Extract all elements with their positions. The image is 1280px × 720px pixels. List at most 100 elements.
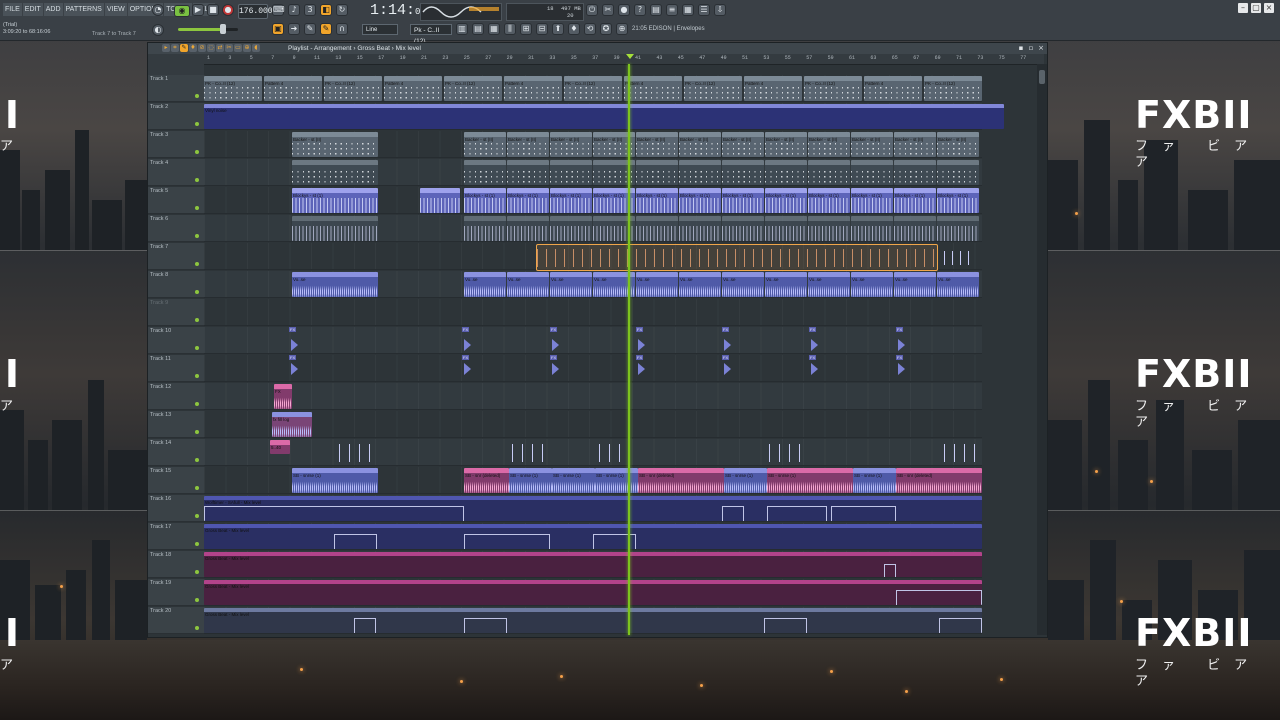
playlist-clip[interactable]	[550, 216, 592, 241]
playlist-clip[interactable]	[636, 160, 678, 185]
master-volume-slider[interactable]	[178, 24, 238, 34]
track-header[interactable]: Track 13	[148, 411, 204, 438]
playlist-clip[interactable]: SB - snrse (1)	[724, 468, 767, 493]
playlist-clip[interactable]: Vo..se	[636, 272, 678, 297]
menu-patterns[interactable]: PATTERNS	[63, 3, 104, 16]
blend-notes-icon[interactable]: ◧	[320, 4, 332, 16]
fx-hit-icon[interactable]	[464, 339, 471, 351]
playlist-clip[interactable]: PK - Co..II (12)	[204, 76, 262, 101]
playlist-maximize-icon[interactable]: ▫	[1027, 44, 1035, 52]
playlist-icon[interactable]: ▤	[472, 23, 484, 35]
playlist-clip[interactable]: Vo..se	[722, 272, 764, 297]
channel-view-icon[interactable]: ⊞	[520, 23, 532, 35]
track-header[interactable]: Track 8	[148, 271, 204, 298]
timeline-ruler[interactable]: 1 3 5 7 9 11 13 15 17 19 21 23 25 27 29 31 33 35 37 39 41 43 4…	[204, 54, 1044, 65]
playlist-clip[interactable]: SB - snr (deleted)	[638, 468, 724, 493]
plugin-icon[interactable]: ⬆	[552, 23, 564, 35]
playlist-clip[interactable]: Backer - st (II)	[636, 132, 678, 157]
playlist-clip[interactable]: Backer - st (II)	[550, 132, 592, 157]
cart-icon[interactable]: ⊕	[616, 23, 628, 35]
fx-hit-icon[interactable]	[724, 339, 731, 351]
close-icon[interactable]: ×	[1264, 3, 1274, 13]
playlist-clip[interactable]: Backer - st (II)	[292, 132, 378, 157]
playlist-clip[interactable]	[679, 160, 721, 185]
typing-keyboard-icon[interactable]: ⌨	[272, 4, 285, 16]
playlist-clip[interactable]	[894, 216, 936, 241]
playlist-clip[interactable]	[292, 160, 378, 185]
track-active-led[interactable]	[195, 290, 199, 294]
song-marker-icon[interactable]	[626, 54, 634, 59]
vertical-scrollbar[interactable]	[1037, 64, 1047, 635]
playlist-clip[interactable]: PK - Co..II (12)	[444, 76, 502, 101]
track-active-led[interactable]	[195, 206, 199, 210]
paint-brush-icon[interactable]: ♦	[189, 44, 197, 52]
pattern-selector[interactable]: Pk - C..II (12)	[410, 24, 452, 45]
playlist-clip[interactable]: fx fill log	[272, 412, 312, 437]
track-header[interactable]: Track 5	[148, 187, 204, 214]
track-active-led[interactable]	[195, 626, 199, 630]
track-lane[interactable]: Gross Beat - Mix level	[204, 579, 982, 606]
track-header[interactable]: Track 6	[148, 215, 204, 242]
paint-tool-icon[interactable]: ✎	[320, 23, 332, 35]
track-active-led[interactable]	[195, 262, 199, 266]
track-lane[interactable]: Backer - st (II) Backer - st (II) Backer -…	[204, 131, 982, 158]
slip-tool-icon[interactable]: ⇄	[216, 44, 224, 52]
playlist-clip[interactable]	[550, 160, 592, 185]
track-active-led[interactable]	[195, 94, 199, 98]
playlist-clip[interactable]: Blockys - st (1)	[937, 188, 979, 213]
minimize-icon[interactable]: –	[1238, 3, 1248, 13]
track-lane[interactable]: Vinyl noise	[204, 103, 1004, 130]
track-active-led[interactable]	[195, 598, 199, 602]
mixer-icon[interactable]: ≡	[666, 4, 678, 16]
fx-icon[interactable]: ⟲	[584, 23, 596, 35]
playlist-clip[interactable]: Backer - st (II)	[722, 132, 764, 157]
playlist-clip[interactable]: SB - snrse (1)	[767, 468, 853, 493]
track-header[interactable]: Track 20	[148, 607, 204, 634]
playlist-clip[interactable]: Blockys - st (1)	[851, 188, 893, 213]
pencil-tool-icon[interactable]: ✎	[304, 23, 316, 35]
playlist-clip[interactable]: Pattern 4	[744, 76, 802, 101]
track-header[interactable]: Track 12	[148, 383, 204, 410]
playlist-clip[interactable]: Pattern 4	[504, 76, 562, 101]
playlist-clip[interactable]: PK - Co..II (12)	[804, 76, 862, 101]
playlist-clip[interactable]: Pattern 4	[264, 76, 322, 101]
track-active-led[interactable]	[195, 318, 199, 322]
maximize-icon[interactable]: ▢	[1251, 3, 1261, 13]
menu-file[interactable]: FILE	[3, 3, 22, 16]
step-edit-icon[interactable]: ♪	[288, 4, 300, 16]
track-active-led[interactable]	[195, 542, 199, 546]
cut-icon[interactable]: ✂	[602, 4, 614, 16]
track-lane[interactable]: FX	[204, 383, 982, 410]
browser-view-icon[interactable]: ⊟	[536, 23, 548, 35]
playlist-clip[interactable]	[507, 160, 549, 185]
playlist-clip[interactable]	[679, 216, 721, 241]
playlist-clip[interactable]: Blockys - st (1)	[464, 188, 506, 213]
playlist-clip[interactable]: SB - snrse (1)	[552, 468, 595, 493]
playlist-clip[interactable]: Blockys - st (1)	[722, 188, 764, 213]
track-active-led[interactable]	[195, 570, 199, 574]
menu-arrow-icon[interactable]: ▸	[162, 44, 170, 52]
zoom-tool-icon[interactable]: ⊕	[243, 44, 251, 52]
track-active-led[interactable]	[195, 402, 199, 406]
plugin-picker[interactable]: 21:05 EDISON | Envelopes	[632, 26, 705, 32]
cloud-icon[interactable]: ✪	[600, 23, 612, 35]
online-icon[interactable]: ⏻	[586, 4, 598, 16]
playlist-clip[interactable]: Backer - st (II)	[894, 132, 936, 157]
playlist-clip[interactable]: Blockys - st (1)	[808, 188, 850, 213]
arrow-tool-icon[interactable]: ➜	[288, 23, 300, 35]
playlist-clip[interactable]: Blockys - st (1)	[636, 188, 678, 213]
track-lane[interactable]: SB - snrse (1) SB - snr (deleted) SB - snr…	[204, 467, 982, 494]
track-header[interactable]: Track 16	[148, 495, 204, 522]
playlist-clip[interactable]: Backer - st (II)	[808, 132, 850, 157]
track-active-led[interactable]	[195, 178, 199, 182]
playlist-clip[interactable]: SB - snrse (1)	[509, 468, 552, 493]
playlist-clip[interactable]: Vo..se	[765, 272, 807, 297]
help-icon[interactable]: ?	[634, 4, 646, 16]
fx-hit-icon[interactable]	[724, 363, 731, 375]
playlist-clip[interactable]	[292, 216, 378, 241]
master-pitch-knob[interactable]: ◐	[152, 24, 164, 36]
track-active-led[interactable]	[195, 486, 199, 490]
fx-hit-icon[interactable]	[898, 363, 905, 375]
track-active-led[interactable]	[195, 346, 199, 350]
mute-tool-icon[interactable]: ◌	[207, 44, 215, 52]
